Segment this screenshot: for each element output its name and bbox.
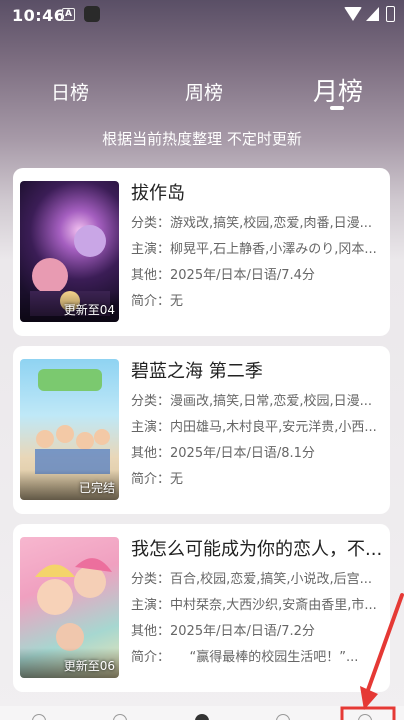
anime-other: 其他：2025年/日本/日语/7.4分 (131, 268, 315, 283)
anime-card[interactable]: 已完结 碧蓝之海 第二季 分类：漫画改,搞笑,日常,恋爱,校园,日漫... 主演… (13, 346, 390, 514)
anime-cover[interactable]: 已完结 (20, 359, 119, 500)
anime-cast: 主演：内田雄马,木村良平,安元洋贵,小西... (131, 420, 377, 435)
tab-monthly[interactable]: 月榜 (313, 72, 363, 108)
anime-category: 分类：漫画改,搞笑,日常,恋爱,校园,日漫... (131, 394, 373, 409)
anime-info: 拔作岛 分类：游戏改,搞笑,校园,恋爱,肉番,日漫... 主演：柳晃平,石上静香… (131, 181, 383, 315)
wifi-icon (344, 7, 362, 21)
status-time: 10:46 (12, 6, 66, 25)
anime-intro: 简介：无 (131, 294, 184, 309)
nav-home-icon[interactable] (32, 714, 46, 720)
app-notification-icon-2 (84, 6, 100, 22)
tab-daily[interactable]: 日榜 (51, 78, 89, 105)
ranking-tabs: 日榜 周榜 月榜 (0, 70, 404, 114)
anime-info: 碧蓝之海 第二季 分类：漫画改,搞笑,日常,恋爱,校园,日漫... 主演：内田雄… (131, 359, 383, 493)
anime-intro: 简介：无 (131, 472, 184, 487)
ranking-subtitle: 根据当前热度整理 不定时更新 (102, 130, 302, 148)
anime-cover[interactable]: 更新至04 (20, 181, 119, 322)
anime-title[interactable]: 我怎么可能成为你的恋人，不... (131, 537, 383, 567)
anime-card[interactable]: 更新至04 拔作岛 分类：游戏改,搞笑,校园,恋爱,肉番,日漫... 主演：柳晃… (13, 168, 390, 336)
status-bar: 10:46 A (0, 0, 404, 30)
anime-info: 我怎么可能成为你的恋人，不... 分类：百合,校园,恋爱,搞笑,小说改,后宫..… (131, 537, 383, 671)
anime-other: 其他：2025年/日本/日语/7.2分 (131, 624, 315, 639)
anime-title[interactable]: 拔作岛 (131, 181, 383, 211)
active-tab-indicator (330, 106, 344, 110)
tab-weekly[interactable]: 周榜 (185, 78, 223, 105)
bottom-navigation (0, 706, 404, 720)
anime-title[interactable]: 碧蓝之海 第二季 (131, 359, 383, 389)
battery-icon (386, 6, 395, 22)
anime-cover[interactable]: 更新至06 (20, 537, 119, 678)
anime-intro: 简介： “赢得最棒的校园生活吧！”... (131, 650, 359, 665)
anime-cast: 主演：柳晃平,石上静香,小澤みのり,冈本... (131, 242, 377, 257)
app-notification-icon: A (62, 8, 75, 21)
episode-badge: 更新至04 (63, 303, 115, 317)
episode-badge: 更新至06 (63, 659, 115, 673)
nav-category-icon[interactable] (113, 714, 127, 720)
anime-card[interactable]: 更新至06 我怎么可能成为你的恋人，不... 分类：百合,校园,恋爱,搞笑,小说… (13, 524, 390, 692)
nav-ranking-icon[interactable] (195, 714, 209, 720)
nav-discover-icon[interactable] (276, 714, 290, 720)
signal-icon (366, 7, 379, 21)
episode-badge: 已完结 (78, 481, 115, 495)
anime-cast: 主演：中村栞奈,大西沙织,安斎由香里,市... (131, 598, 377, 613)
anime-category: 分类：游戏改,搞笑,校园,恋爱,肉番,日漫... (131, 216, 373, 231)
anime-other: 其他：2025年/日本/日语/8.1分 (131, 446, 315, 461)
nav-profile-icon[interactable] (358, 714, 372, 720)
anime-category: 分类：百合,校园,恋爱,搞笑,小说改,后宫... (131, 572, 373, 587)
